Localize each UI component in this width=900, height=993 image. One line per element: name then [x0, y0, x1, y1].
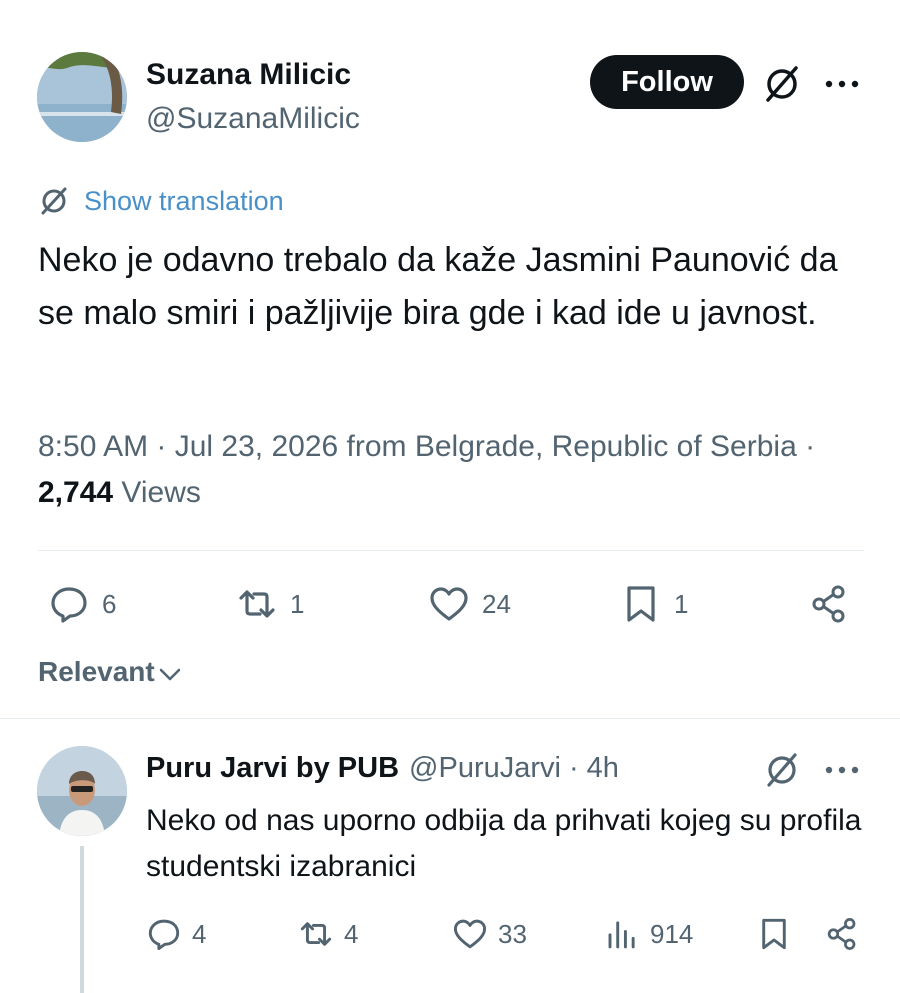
reply-share-button[interactable]	[824, 916, 860, 952]
reply-header: Puru Jarvi by PUB @PuruJarvi · 4h	[146, 752, 619, 785]
reply-views-button[interactable]: 914	[604, 916, 693, 952]
heart-icon	[430, 587, 468, 621]
heart-icon	[453, 919, 487, 949]
reply-like-button[interactable]: 33	[452, 916, 527, 952]
reply-views-count: 914	[650, 918, 694, 949]
reply-author-handle[interactable]: @PuruJarvi	[409, 752, 561, 785]
share-button[interactable]	[808, 583, 850, 625]
tweet-timestamp-location[interactable]: 8:50 AM · Jul 23, 2026 from Belgrade, Re…	[38, 430, 815, 463]
views-label: Views	[113, 476, 201, 509]
bookmark-button[interactable]: 1	[620, 583, 688, 625]
reply-repost-button[interactable]: 4	[298, 916, 358, 952]
reply-repost-count: 4	[344, 918, 359, 949]
reply-count: 6	[102, 588, 117, 619]
reply-separator: ·	[568, 752, 579, 784]
tweet-meta: 8:50 AM · Jul 23, 2026 from Belgrade, Re…	[38, 424, 838, 516]
reply-reply-button[interactable]: 4	[146, 916, 206, 952]
show-translation-row[interactable]: Show translation	[38, 183, 284, 219]
more-options-icon[interactable]	[822, 750, 862, 790]
divider	[38, 550, 864, 551]
bookmark-count: 1	[674, 588, 689, 619]
reply-author-avatar[interactable]	[37, 746, 127, 836]
grok-translate-icon	[41, 187, 67, 215]
grok-icon[interactable]	[762, 64, 802, 104]
reply-text: Neko od nas uporno odbija da prihvati ko…	[146, 804, 862, 883]
follow-button[interactable]: Follow	[590, 55, 744, 109]
author-avatar[interactable]	[37, 52, 127, 142]
grok-icon[interactable]	[762, 750, 802, 790]
reply-like-count: 33	[498, 918, 527, 949]
reply-icon	[51, 587, 87, 623]
like-button[interactable]: 24	[428, 583, 511, 625]
reply-bookmark-button[interactable]	[756, 916, 792, 952]
reply-sort-label: Relevant	[38, 656, 155, 687]
thread-line	[80, 846, 84, 993]
reply-timestamp[interactable]: 4h	[587, 752, 619, 785]
reply-button[interactable]: 6	[48, 583, 116, 625]
repost-icon	[300, 922, 332, 946]
chevron-down-icon	[159, 668, 180, 681]
share-icon	[827, 918, 856, 950]
bookmark-icon	[762, 918, 786, 950]
tweet-text: Neko je odavno trebalo da kaže Jasmini P…	[38, 241, 838, 332]
repost-count: 1	[290, 588, 305, 619]
repost-icon	[239, 590, 275, 618]
views-icon	[608, 921, 635, 949]
like-count: 24	[482, 588, 511, 619]
author-name[interactable]: Suzana Milicic	[146, 58, 351, 92]
reply-sort-dropdown[interactable]: Relevant	[38, 656, 183, 688]
more-options-icon[interactable]	[822, 64, 862, 104]
section-divider	[0, 718, 900, 719]
views-count: 2,744	[38, 476, 114, 509]
reply-author-name[interactable]: Puru Jarvi by PUB	[146, 752, 399, 785]
share-icon	[812, 585, 845, 623]
repost-button[interactable]: 1	[236, 583, 304, 625]
bookmark-icon	[627, 586, 655, 622]
show-translation-link[interactable]: Show translation	[84, 186, 284, 217]
author-handle[interactable]: @SuzanaMilicic	[146, 102, 360, 136]
reply-reply-count: 4	[192, 918, 207, 949]
reply-icon	[148, 919, 180, 951]
